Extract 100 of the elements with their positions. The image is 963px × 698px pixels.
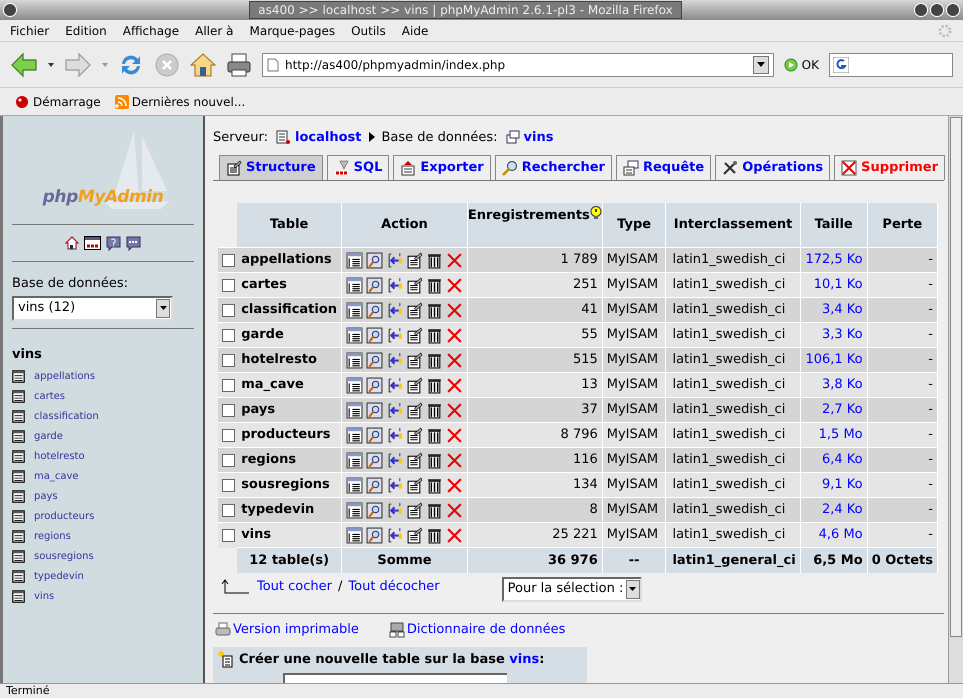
delete-icon[interactable] <box>446 526 464 544</box>
size-link[interactable]: 2,4 Ko <box>822 502 863 518</box>
search-icon[interactable] <box>366 276 383 294</box>
trash-icon[interactable] <box>426 526 444 544</box>
size-link[interactable]: 10,1 Ko <box>814 277 863 292</box>
browse-icon[interactable] <box>346 276 363 294</box>
size-link[interactable]: 2,7 Ko <box>822 402 863 418</box>
table-icon[interactable] <box>12 430 25 442</box>
trash-icon[interactable] <box>426 276 444 294</box>
properties-icon[interactable] <box>406 326 424 344</box>
properties-icon[interactable] <box>406 352 424 369</box>
tab[interactable]: Rechercher <box>494 154 612 180</box>
delete-icon[interactable] <box>446 326 464 344</box>
sql-icon[interactable] <box>84 236 101 250</box>
size-link[interactable]: 3,8 Ko <box>822 377 863 392</box>
search-icon[interactable] <box>366 302 383 319</box>
trash-icon[interactable] <box>426 352 444 369</box>
table-link[interactable]: regions <box>34 528 71 544</box>
insert-icon[interactable] <box>386 476 403 494</box>
window-menu-button[interactable] <box>3 3 17 17</box>
insert-icon[interactable] <box>386 376 403 394</box>
checkbox[interactable] <box>222 378 235 392</box>
bookmark-link[interactable]: Démarrage <box>14 92 101 110</box>
delete-icon[interactable] <box>446 276 464 294</box>
server-link[interactable]: localhost <box>295 128 362 148</box>
table-icon[interactable] <box>12 390 25 402</box>
properties-icon[interactable] <box>406 476 424 494</box>
table-icon[interactable] <box>12 490 25 502</box>
size-link[interactable]: 3,4 Ko <box>822 302 863 318</box>
search-icon[interactable] <box>366 252 383 269</box>
browse-icon[interactable] <box>346 302 363 319</box>
uncheck-all-link[interactable]: Tout décocher <box>348 577 440 597</box>
trash-icon[interactable] <box>426 476 444 494</box>
search-icon[interactable] <box>366 452 383 469</box>
help-icon[interactable] <box>106 236 121 250</box>
delete-icon[interactable] <box>446 426 464 444</box>
delete-icon[interactable] <box>446 476 464 494</box>
trash-icon[interactable] <box>426 502 444 519</box>
browse-icon[interactable] <box>346 326 363 344</box>
database-link[interactable]: vins <box>524 128 554 148</box>
properties-icon[interactable] <box>406 252 424 269</box>
search-icon[interactable] <box>366 326 383 344</box>
menu-item[interactable]: Aide <box>402 22 428 40</box>
database-link[interactable]: vins <box>12 344 194 364</box>
insert-icon[interactable] <box>386 276 403 294</box>
tab[interactable]: Structure <box>219 154 323 180</box>
browse-icon[interactable] <box>346 352 363 369</box>
table-link[interactable]: pays <box>34 488 58 504</box>
logo[interactable]: phpMyAdmin <box>42 184 164 210</box>
table-icon[interactable] <box>12 470 25 482</box>
browse-icon[interactable] <box>346 252 363 269</box>
table-icon[interactable] <box>12 590 25 602</box>
menu-item[interactable]: Edition <box>65 22 107 40</box>
selection-select[interactable]: Pour la sélection : <box>502 576 642 602</box>
trash-icon[interactable] <box>426 426 444 444</box>
search-icon[interactable] <box>366 526 383 544</box>
browse-icon[interactable] <box>346 476 363 494</box>
table-link[interactable]: vins <box>34 588 54 604</box>
size-link[interactable]: 1,5 Mo <box>818 427 863 442</box>
menu-item[interactable]: Affichage <box>122 22 180 40</box>
checkbox[interactable] <box>222 504 235 517</box>
search-icon[interactable] <box>366 502 383 519</box>
delete-icon[interactable] <box>446 376 464 394</box>
table-link[interactable]: ma_cave <box>34 468 79 484</box>
trash-icon[interactable] <box>426 452 444 469</box>
go-button[interactable]: OK <box>784 56 819 74</box>
print-button[interactable] <box>226 52 252 78</box>
search-icon[interactable] <box>366 352 383 369</box>
size-link[interactable]: 4,6 Mo <box>818 527 863 542</box>
checkbox[interactable] <box>222 304 235 317</box>
properties-icon[interactable] <box>406 302 424 319</box>
insert-icon[interactable] <box>386 526 403 544</box>
insert-icon[interactable] <box>386 426 403 444</box>
table-icon[interactable] <box>12 530 25 542</box>
table-icon[interactable] <box>12 510 25 522</box>
tab[interactable]: Opérations <box>715 154 830 180</box>
properties-icon[interactable] <box>406 452 424 469</box>
database-select[interactable]: vins (12) <box>12 296 173 320</box>
search-icon[interactable] <box>366 376 383 394</box>
properties-icon[interactable] <box>406 276 424 294</box>
trash-icon[interactable] <box>426 302 444 319</box>
properties-icon[interactable] <box>406 502 424 519</box>
table-icon[interactable] <box>12 550 25 562</box>
browse-icon[interactable] <box>346 502 363 519</box>
checkbox[interactable] <box>222 354 235 367</box>
properties-icon[interactable] <box>406 526 424 544</box>
table-link[interactable]: hotelresto <box>34 448 85 464</box>
scrollbar[interactable] <box>948 116 963 683</box>
query-window-icon[interactable] <box>126 236 141 250</box>
checkbox[interactable] <box>222 278 235 292</box>
insert-icon[interactable] <box>386 352 403 369</box>
properties-icon[interactable] <box>406 376 424 394</box>
search-icon[interactable] <box>366 402 383 419</box>
bookmark-link[interactable]: Dernières nouvel... <box>114 92 246 110</box>
table-icon[interactable] <box>12 370 25 382</box>
checkbox[interactable] <box>222 254 235 267</box>
dropdown-icon[interactable] <box>48 62 54 66</box>
table-icon[interactable] <box>12 450 25 462</box>
trash-icon[interactable] <box>426 326 444 344</box>
checkbox[interactable] <box>222 328 235 342</box>
